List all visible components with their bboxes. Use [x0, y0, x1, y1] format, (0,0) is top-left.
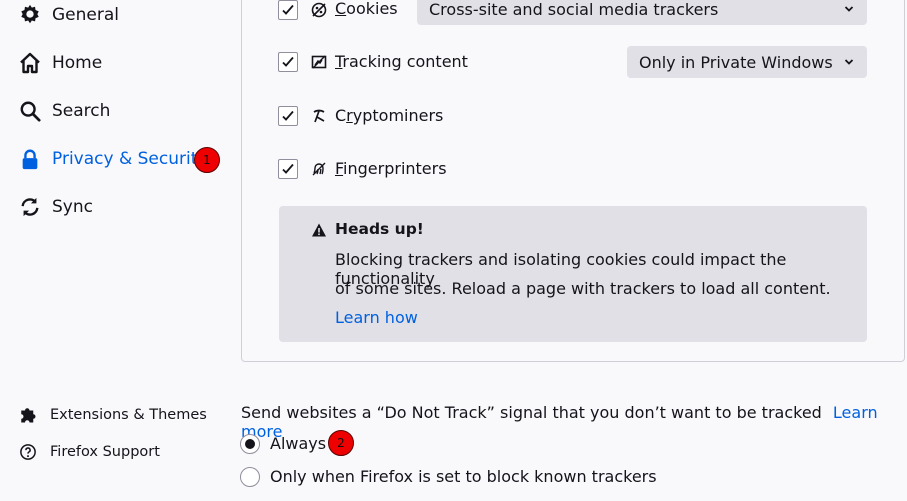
heads-up-text-line2: of some sites. Reload a page with tracke…	[335, 279, 831, 298]
learn-how-link[interactable]: Learn how	[335, 308, 418, 327]
sidebar-item-firefox-support[interactable]: Firefox Support	[18, 440, 160, 464]
annotation-badge-2: 2	[328, 430, 354, 456]
annotation-badge-1: 1	[194, 147, 220, 173]
sidebar-item-extensions-themes[interactable]: Extensions & Themes	[18, 403, 207, 427]
fingerprinters-checkbox[interactable]	[278, 159, 298, 179]
cookies-checkbox[interactable]	[278, 0, 298, 20]
sidebar-item-search[interactable]: Search	[18, 96, 110, 126]
cookies-label: Cookies	[335, 0, 398, 18]
dnt-when-blocking-radio[interactable]	[240, 467, 260, 487]
dnt-always-radio[interactable]	[240, 434, 260, 454]
sidebar-item-general[interactable]: General	[18, 0, 119, 30]
dnt-when-blocking-label: Only when Firefox is set to block known …	[270, 467, 657, 486]
cookie-icon	[310, 1, 328, 19]
cryptominers-checkbox[interactable]	[278, 106, 298, 126]
heads-up-notice: Heads up! Blocking trackers and isolatin…	[279, 206, 867, 342]
puzzle-icon	[18, 405, 38, 425]
fingerprinters-label: Fingerprinters	[335, 159, 447, 178]
cookies-dropdown[interactable]: Cross-site and social media trackers	[417, 0, 867, 25]
sidebar-item-label: Extensions & Themes	[50, 407, 207, 423]
sidebar-item-label: Privacy & Security	[52, 149, 208, 169]
sidebar-item-privacy[interactable]: Privacy & Security	[18, 144, 207, 174]
lock-icon	[18, 147, 42, 171]
tracking-content-checkbox[interactable]	[278, 52, 298, 72]
sidebar-item-label: Home	[52, 53, 103, 73]
sidebar-item-sync[interactable]: Sync	[18, 192, 93, 222]
gear-icon	[18, 3, 42, 27]
chevron-down-icon	[843, 53, 855, 72]
chevron-down-icon	[843, 0, 855, 19]
home-icon	[18, 51, 42, 75]
sync-icon	[18, 195, 42, 219]
sidebar-item-label: General	[52, 5, 119, 25]
sidebar-item-home[interactable]: Home	[18, 48, 102, 78]
tracking-content-dropdown[interactable]: Only in Private Windows	[627, 46, 867, 78]
heads-up-title: Heads up!	[335, 220, 424, 238]
dnt-always-label: Always	[270, 434, 327, 453]
radio-selected-dot	[245, 439, 255, 449]
cryptominers-label: Cryptominers	[335, 106, 444, 125]
search-icon	[18, 99, 42, 123]
sidebar-item-label: Search	[52, 101, 111, 121]
tracking-content-icon	[310, 53, 328, 71]
tracking-content-label: Tracking content	[335, 52, 468, 71]
sidebar-item-label: Firefox Support	[50, 444, 160, 460]
sidebar-item-label: Sync	[52, 197, 93, 217]
fingerprint-icon	[310, 160, 328, 178]
cryptominer-icon	[310, 107, 328, 125]
help-icon	[18, 442, 38, 462]
warning-icon	[311, 222, 327, 242]
